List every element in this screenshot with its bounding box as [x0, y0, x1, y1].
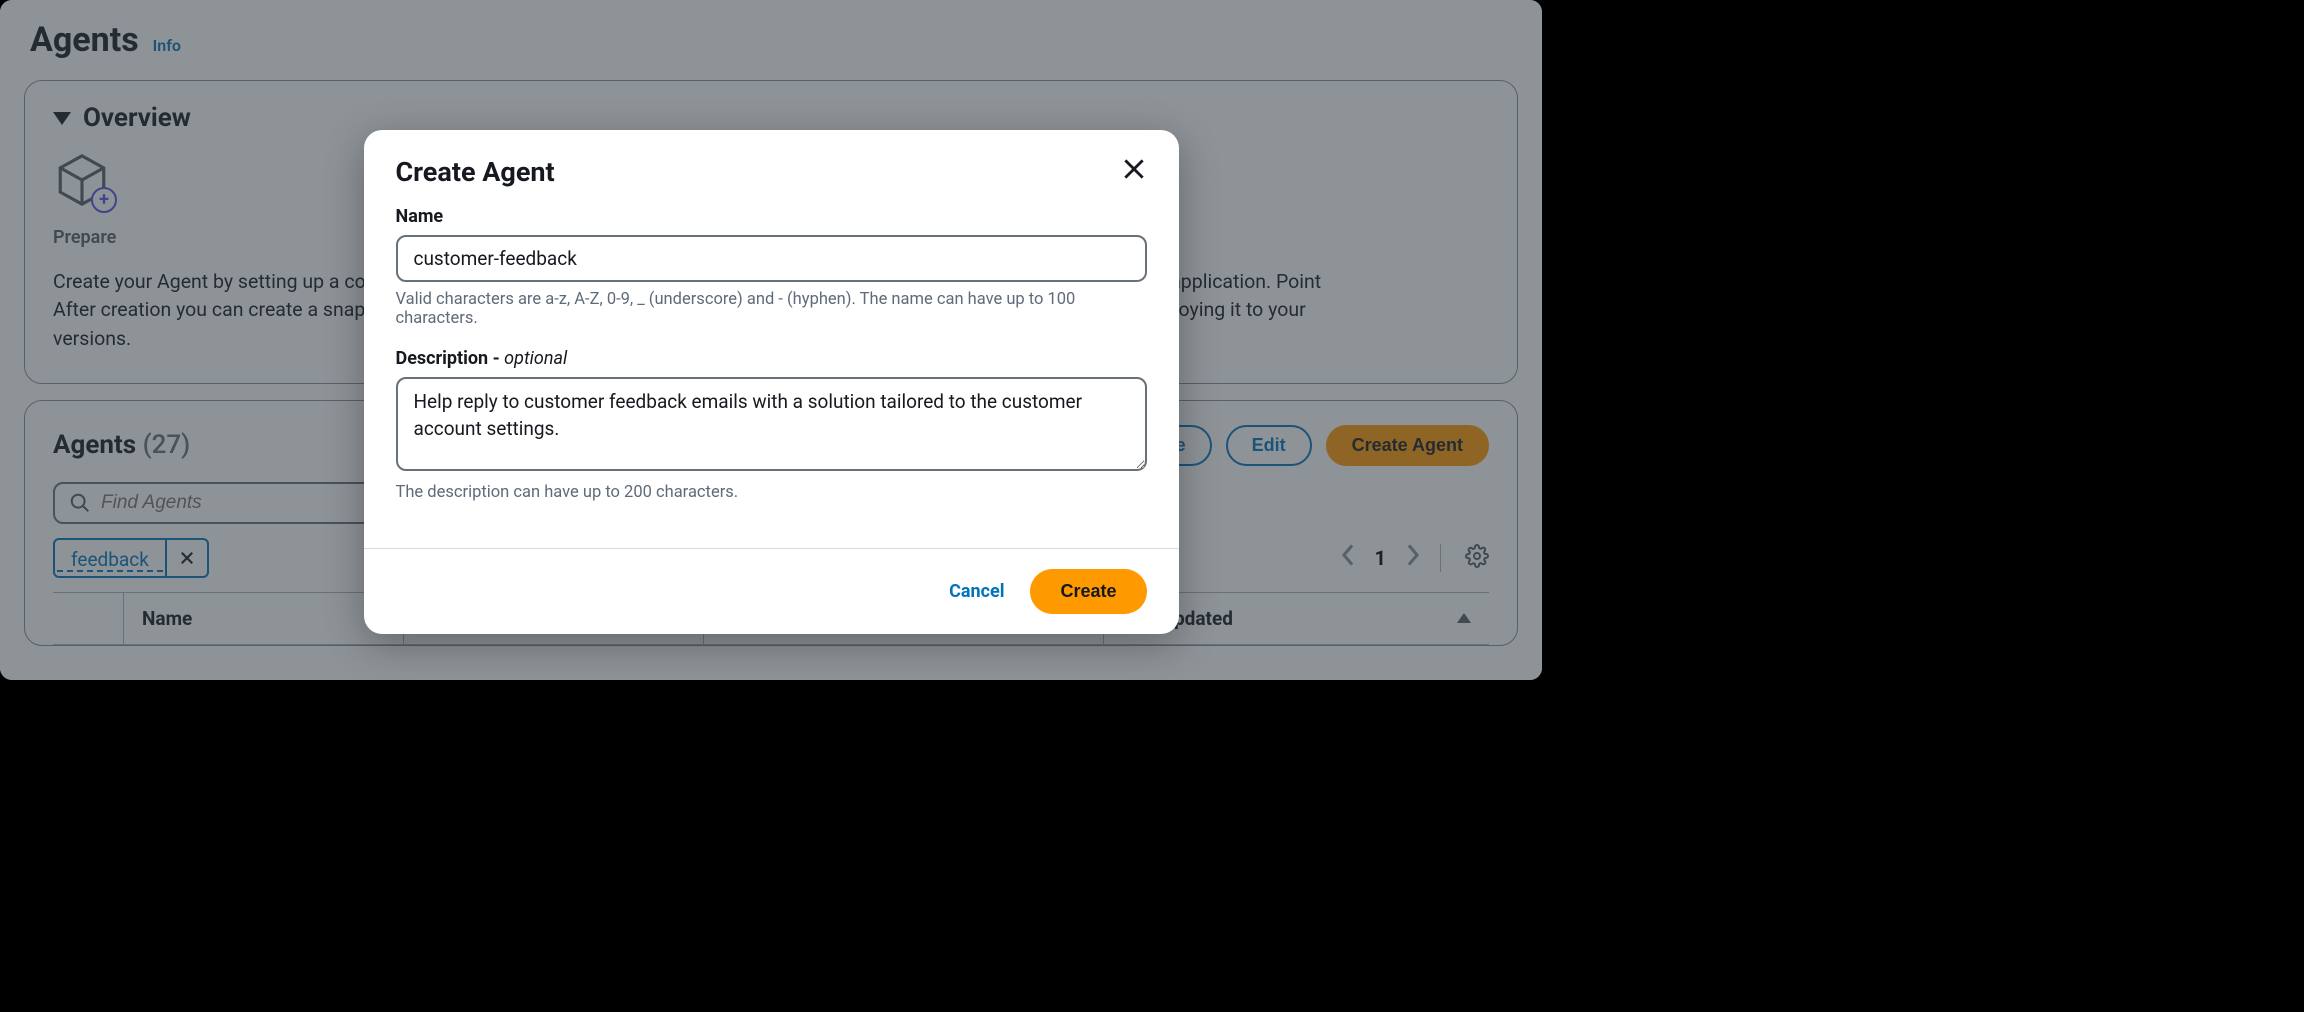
name-label: Name	[396, 206, 1147, 227]
create-agent-modal: Create Agent Name Valid characters are a…	[364, 130, 1179, 634]
name-hint: Valid characters are a-z, A-Z, 0-9, _ (u…	[396, 290, 1147, 328]
description-hint: The description can have up to 200 chara…	[396, 483, 1147, 502]
description-label: Description - optional	[396, 348, 1147, 369]
modal-footer: Cancel Create	[364, 548, 1179, 634]
modal-header: Create Agent	[364, 130, 1179, 206]
modal-body: Name Valid characters are a-z, A-Z, 0-9,…	[364, 206, 1179, 548]
create-button[interactable]: Create	[1030, 569, 1146, 614]
description-textarea[interactable]	[396, 377, 1147, 471]
name-field-group: Name Valid characters are a-z, A-Z, 0-9,…	[396, 206, 1147, 328]
modal-overlay: Create Agent Name Valid characters are a…	[0, 0, 1542, 680]
modal-close-button[interactable]	[1121, 156, 1147, 188]
modal-title: Create Agent	[396, 156, 555, 188]
cancel-button[interactable]: Cancel	[949, 581, 1004, 602]
description-field-group: Description - optional The description c…	[396, 348, 1147, 502]
page-background: Agents Info Overview + Prepare Create yo…	[0, 0, 1542, 680]
name-input[interactable]	[396, 235, 1147, 282]
close-icon	[1121, 156, 1147, 182]
